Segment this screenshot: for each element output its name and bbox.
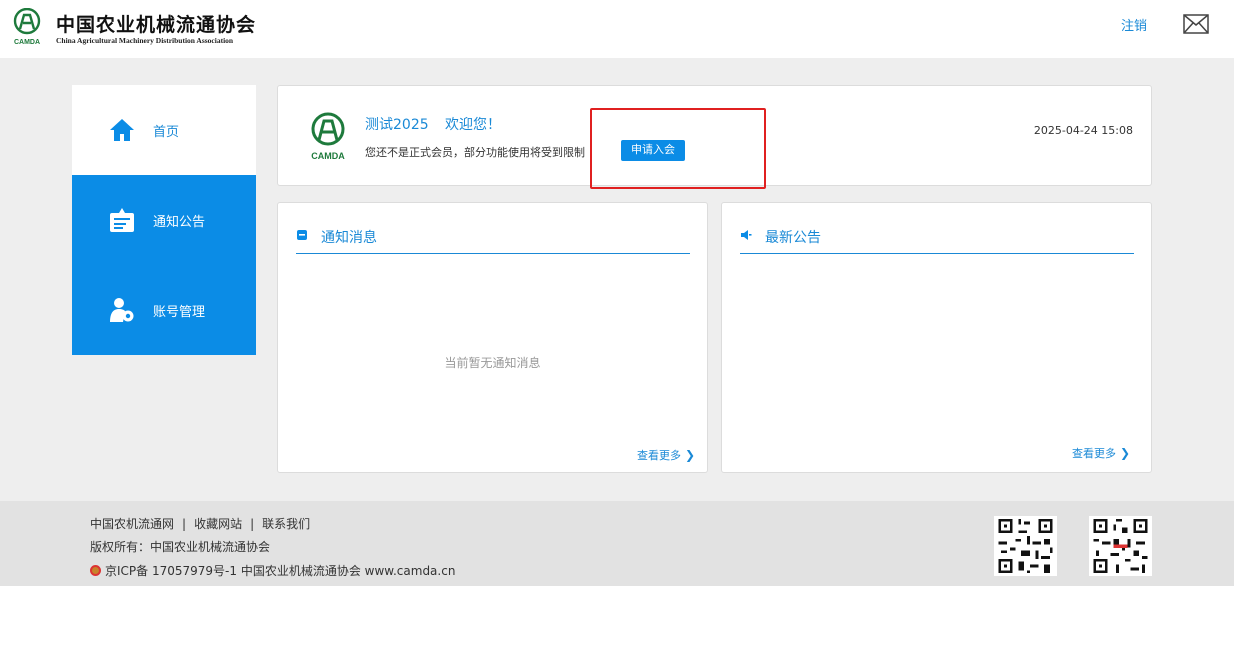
sidebar-item-label: 账号管理 (153, 305, 206, 320)
chevron-right-icon: ❯ (685, 448, 696, 462)
main-area: 首页 通知公告 账号管理 CAMDA 测试2025 欢迎您！ 您还不是正式会员，… (0, 58, 1234, 501)
welcome-card: CAMDA 测试2025 欢迎您！ 您还不是正式会员，部分功能使用将受到限制 申… (277, 85, 1152, 189)
logo-chinese-name: 中国农业机械流通协会 (56, 14, 257, 36)
icp-text: 京ICP备 17057979号-1 中国农业机械流通协会 www.camda.c… (105, 564, 456, 578)
separator: | (182, 517, 187, 531)
site-logo[interactable]: CAMDA 中国农业机械流通协会 China Agricultural Mach… (12, 8, 272, 48)
logout-link[interactable]: 注销 (1121, 15, 1147, 34)
username: 测试2025 (365, 117, 429, 133)
logo-abbr: CAMDA (14, 39, 40, 46)
user-settings-icon (110, 298, 134, 322)
logo-abbr: CAMDA (311, 151, 345, 161)
sidebar-item-notices[interactable]: 通知公告 (72, 175, 256, 265)
notice-board-icon (110, 208, 134, 232)
view-more-link[interactable]: 查看更多 ❯ (1072, 445, 1130, 461)
page-bottom-spacer (0, 586, 1234, 646)
megaphone-icon (741, 230, 752, 240)
welcome-greeting: 欢迎您！ (445, 117, 501, 133)
logo-english-name: China Agricultural Machinery Distributio… (56, 36, 234, 45)
footer-link-site[interactable]: 中国农机流通网 (90, 517, 174, 531)
police-badge-icon (90, 565, 101, 576)
home-icon (110, 119, 134, 141)
camda-logo-icon: CAMDA (311, 112, 345, 161)
sidebar: 首页 通知公告 账号管理 (72, 85, 256, 355)
icp-record[interactable]: 京ICP备 17057979号-1 中国农业机械流通协会 www.camda.c… (90, 562, 455, 579)
footer-link-bookmark[interactable]: 收藏网站 (194, 517, 242, 531)
notifications-panel: 通知消息 当前暂无通知消息 查看更多 ❯ (277, 202, 708, 473)
membership-notice: 您还不是正式会员，部分功能使用将受到限制 (365, 146, 585, 159)
current-datetime: 2025-04-24 15:08 (1033, 124, 1133, 137)
sidebar-item-account[interactable]: 账号管理 (72, 265, 256, 355)
empty-message: 当前暂无通知消息 (444, 356, 541, 370)
camda-logo-icon: CAMDA (13, 8, 41, 46)
qr-code-icon (994, 516, 1057, 576)
view-more-link[interactable]: 查看更多 ❯ (637, 447, 695, 463)
sidebar-item-label: 首页 (153, 125, 180, 140)
panel-header: 最新公告 (740, 225, 1134, 254)
footer-links: 中国农机流通网 | 收藏网站 | 联系我们 (90, 515, 310, 532)
sidebar-item-home[interactable]: 首页 (72, 85, 256, 175)
mail-icon[interactable] (1183, 14, 1209, 34)
panel-title: 最新公告 (765, 230, 821, 246)
copyright: 版权所有：中国农业机械流通协会 (90, 540, 271, 554)
sidebar-item-label: 通知公告 (153, 215, 206, 230)
view-more-label: 查看更多 (637, 449, 681, 462)
footer: 中国农机流通网 | 收藏网站 | 联系我们 版权所有：中国农业机械流通协会 京ICP备 … (0, 501, 1234, 586)
footer-link-contact[interactable]: 联系我们 (262, 517, 310, 531)
panel-header: 通知消息 (296, 225, 690, 254)
announcements-panel: 最新公告 查看更多 ❯ (721, 202, 1152, 473)
apply-membership-button[interactable]: 申请入会 (621, 140, 685, 161)
panel-title: 通知消息 (321, 230, 377, 246)
chevron-right-icon: ❯ (1120, 446, 1131, 460)
separator: | (250, 517, 255, 531)
qr-code-icon (1089, 516, 1152, 576)
view-more-label: 查看更多 (1072, 447, 1116, 460)
top-header: CAMDA 中国农业机械流通协会 China Agricultural Mach… (0, 0, 1234, 58)
message-icon (297, 230, 307, 240)
